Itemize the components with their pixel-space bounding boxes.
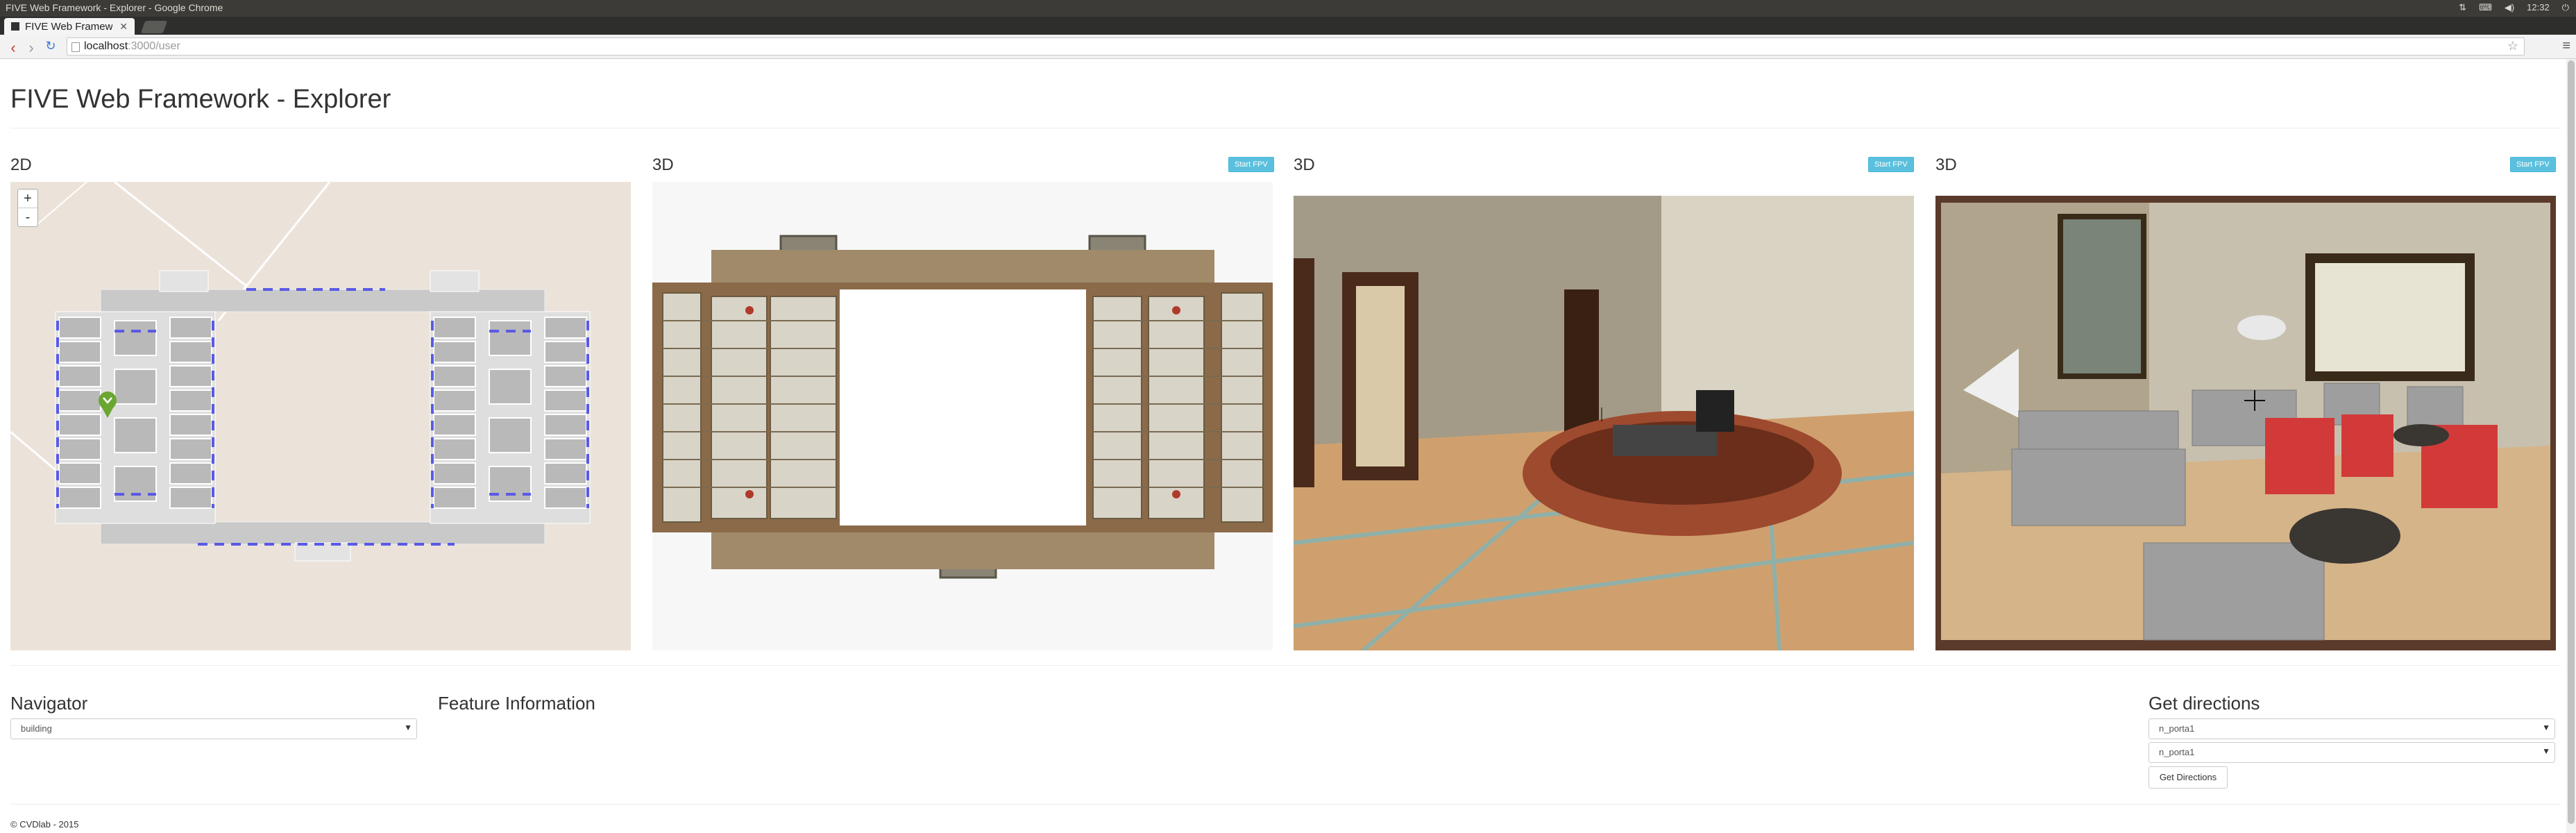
floor-plan-map[interactable] <box>10 182 631 650</box>
window-titlebar: FIVE Web Framework - Explorer - Google C… <box>0 0 2576 17</box>
viewer-3d-top[interactable] <box>652 182 1273 650</box>
network-icon[interactable]: ⇅ <box>2459 2 2466 13</box>
navigator-heading: Navigator <box>10 693 88 714</box>
navigator-selected-value: building <box>21 723 52 734</box>
page-icon <box>71 42 80 52</box>
menu-icon[interactable]: ≡ <box>2562 38 2570 54</box>
chevron-down-icon: ▼ <box>2542 723 2550 732</box>
directions-to-select[interactable]: n_porta1 ▼ <box>2149 742 2555 763</box>
divider <box>10 665 2561 666</box>
map-2d[interactable]: + - <box>10 182 631 650</box>
clock[interactable]: 12:32 <box>2527 2 2550 13</box>
start-fpv-button-2[interactable]: Start FPV <box>1868 157 1914 172</box>
get-directions-button[interactable]: Get Directions <box>2149 766 2228 789</box>
get-directions-heading: Get directions <box>2149 693 2260 714</box>
scrollbar-thumb[interactable] <box>2568 60 2575 824</box>
directions-from-value: n_porta1 <box>2159 723 2195 734</box>
directions-from-select[interactable]: n_porta1 ▼ <box>2149 718 2555 739</box>
reload-icon[interactable]: ↻ <box>43 39 58 53</box>
lounge-scene[interactable] <box>1935 182 2556 650</box>
panel-heading-2d: 2D <box>10 155 32 174</box>
panel-heading-3d-1: 3D <box>652 155 674 174</box>
power-icon[interactable]: ⏻ <box>2562 2 2569 13</box>
start-fpv-button-3[interactable]: Start FPV <box>2510 157 2556 172</box>
close-tab-icon[interactable]: ✕ <box>119 21 128 33</box>
bookmark-star-icon[interactable]: ☆ <box>2507 39 2518 53</box>
page-scrollbar[interactable] <box>2566 59 2576 833</box>
chevron-down-icon: ▼ <box>404 723 412 732</box>
footer-copyright: © CVDlab - 2015 <box>10 819 79 830</box>
back-icon[interactable]: ‹ <box>6 39 21 57</box>
new-tab-button[interactable] <box>140 21 168 33</box>
browser-toolbar: ‹ › ↻ localhost:3000/user ☆ ≡ <box>0 35 2576 59</box>
feature-information-heading: Feature Information <box>438 693 595 714</box>
system-tray: ⇅ ⌨ ◀) 12:32 ⏻ <box>2459 2 2569 13</box>
start-fpv-button-1[interactable]: Start FPV <box>1228 157 1274 172</box>
navigator-select[interactable]: building ▼ <box>10 718 417 739</box>
panel-heading-3d-2: 3D <box>1294 155 1315 174</box>
window-title: FIVE Web Framework - Explorer - Google C… <box>6 2 223 13</box>
viewer-3d-reception[interactable] <box>1294 182 1914 650</box>
keyboard-icon[interactable]: ⌨ <box>2479 2 2492 13</box>
page-title: FIVE Web Framework - Explorer <box>10 85 391 114</box>
url-path: :3000/user <box>128 40 180 52</box>
volume-icon[interactable]: ◀) <box>2505 2 2514 13</box>
chevron-down-icon: ▼ <box>2542 746 2550 756</box>
zoom-in-button[interactable]: + <box>18 190 37 208</box>
building-top-view[interactable] <box>652 182 1273 650</box>
reception-scene[interactable] <box>1294 182 1914 650</box>
directions-to-value: n_porta1 <box>2159 747 2195 757</box>
tab-strip: FIVE Web Framewo ✕ <box>0 17 2576 35</box>
tab-label: FIVE Web Framewo <box>25 20 113 33</box>
map-zoom-control: + - <box>17 189 38 227</box>
address-url[interactable]: localhost:3000/user <box>84 40 180 53</box>
viewer-3d-lounge[interactable] <box>1935 182 2556 650</box>
panel-heading-3d-3: 3D <box>1935 155 1957 174</box>
zoom-out-button[interactable]: - <box>18 208 37 226</box>
divider <box>10 804 2561 805</box>
forward-icon[interactable]: › <box>24 39 39 57</box>
address-bar[interactable]: localhost:3000/user ☆ <box>67 37 2525 56</box>
url-host: localhost <box>84 40 128 52</box>
page-favicon-icon <box>11 22 19 31</box>
browser-tab[interactable]: FIVE Web Framewo ✕ <box>4 18 135 35</box>
